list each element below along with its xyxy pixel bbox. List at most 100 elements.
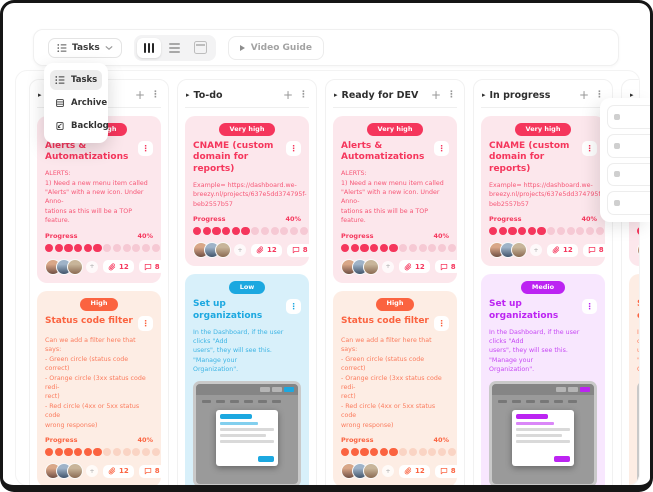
card-menu-button[interactable]: ⋮: [286, 141, 301, 156]
attachments-pill[interactable]: 12: [103, 260, 134, 273]
list-view-button[interactable]: [163, 38, 187, 58]
task-card[interactable]: Low Set up organizations ⋮ In the Dashbo…: [185, 274, 309, 486]
video-guide-button[interactable]: Video Guide: [228, 36, 324, 60]
card-menu-button[interactable]: ⋮: [434, 316, 449, 331]
comments-pill[interactable]: 8: [583, 244, 609, 257]
right-overlay-panel: [600, 98, 650, 222]
card-menu-button[interactable]: ⋮: [138, 141, 153, 156]
column-menu-button[interactable]: ⋮: [149, 90, 160, 100]
priority-badge: Low: [229, 281, 266, 294]
progress-dot: [360, 244, 368, 252]
chevron-down-icon: [105, 45, 113, 51]
attachment-screenshot[interactable]: [489, 381, 597, 486]
add-card-button[interactable]: +: [283, 89, 293, 101]
progress-dot: [123, 244, 131, 252]
divider: [185, 107, 309, 108]
column-menu-button[interactable]: ⋮: [593, 90, 604, 100]
card-description: Can we add a filter here that says: - Gr…: [45, 336, 153, 430]
column-menu-button[interactable]: ⋮: [445, 90, 456, 100]
progress-dot: [64, 244, 72, 252]
card-menu-button[interactable]: ⋮: [434, 141, 449, 156]
attachments-pill[interactable]: 12: [103, 465, 134, 478]
avatar-group: +: [45, 259, 98, 275]
attachments-count: 12: [415, 467, 425, 475]
menu-item-archive[interactable]: Archive: [50, 93, 102, 113]
overlay-item[interactable]: [607, 163, 650, 187]
column-title: In progress: [490, 90, 575, 101]
progress-row: Progress 40%: [341, 232, 449, 240]
add-card-button[interactable]: +: [579, 89, 589, 101]
comments-pill[interactable]: 8: [139, 465, 165, 478]
task-card[interactable]: High Status code filter ⋮ Can we add a f…: [37, 291, 161, 486]
task-card[interactable]: Very high Alerts & Automatizations ⋮ ALE…: [333, 116, 457, 283]
card-description: In the Dashboard, if the user clicks "Ad…: [637, 328, 640, 375]
progress-dots: [489, 227, 597, 235]
divider: [333, 107, 457, 108]
card-menu-button[interactable]: ⋮: [582, 299, 597, 314]
tasks-dropdown-menu: Tasks Archive Backlog: [44, 63, 108, 143]
task-card[interactable]: Very high CNAME (custom domain for repor…: [185, 116, 309, 266]
progress-dot: [428, 448, 436, 456]
progress-dot: [586, 227, 594, 235]
comments-pill[interactable]: 8: [435, 465, 461, 478]
attachments-pill[interactable]: 12: [399, 260, 430, 273]
collapse-arrow-icon[interactable]: ▸: [334, 91, 338, 99]
progress-dot: [142, 448, 150, 456]
comments-pill[interactable]: 8: [287, 244, 313, 257]
comments-pill[interactable]: 8: [435, 260, 461, 273]
task-card[interactable]: Very high CNAME (custom domain for repor…: [481, 116, 605, 266]
progress-dot: [84, 448, 92, 456]
progress-dot: [55, 244, 63, 252]
collapse-arrow-icon[interactable]: ▸: [38, 91, 42, 99]
overlay-item[interactable]: [607, 134, 650, 158]
tasks-dropdown-button[interactable]: Tasks: [48, 38, 122, 58]
attachments-pill[interactable]: 12: [251, 244, 282, 257]
task-card[interactable]: Medio Set up organizations ⋮ In the Dash…: [481, 274, 605, 486]
card-description: In the Dashboard, if the user clicks "Ad…: [489, 328, 597, 375]
menu-item-tasks[interactable]: Tasks: [50, 70, 102, 90]
overlay-item[interactable]: [607, 105, 650, 129]
menu-item-backlog[interactable]: Backlog: [50, 116, 102, 136]
progress-dot: [448, 448, 456, 456]
attachments-pill[interactable]: 12: [399, 465, 430, 478]
progress-value: 40%: [137, 436, 153, 444]
view-switcher: [134, 35, 216, 61]
collapse-arrow-icon[interactable]: ▸: [186, 91, 190, 99]
progress-dot: [142, 244, 150, 252]
progress-row: Progress 40%: [45, 436, 153, 444]
paperclip-icon: [108, 467, 116, 475]
paperclip-icon: [404, 263, 412, 271]
card-menu-button[interactable]: ⋮: [582, 141, 597, 156]
collapse-arrow-icon[interactable]: ▸: [482, 91, 486, 99]
progress-dots: [193, 227, 301, 235]
attachment-screenshot[interactable]: [193, 381, 301, 486]
card-menu-button[interactable]: ⋮: [286, 299, 301, 314]
task-card[interactable]: High Set up organizations ⋮ In the Dashb…: [629, 274, 640, 486]
add-card-button[interactable]: +: [135, 89, 145, 101]
calendar-view-button[interactable]: [189, 38, 213, 58]
board-view-button[interactable]: [137, 38, 161, 58]
avatar-more-badge: +: [382, 465, 394, 477]
progress-dot: [232, 227, 240, 235]
progress-dot: [103, 448, 111, 456]
progress-dot: [290, 227, 298, 235]
add-card-button[interactable]: +: [431, 89, 441, 101]
avatar: [67, 463, 83, 479]
progress-dot: [499, 227, 507, 235]
attachment-screenshot[interactable]: [637, 381, 640, 486]
progress-label: Progress: [489, 215, 521, 223]
progress-dot: [45, 448, 53, 456]
comments-count: 8: [451, 263, 456, 271]
progress-value: 40%: [581, 215, 597, 223]
attachments-pill[interactable]: 12: [547, 244, 578, 257]
attachments-count: 12: [119, 467, 129, 475]
card-menu-button[interactable]: ⋮: [138, 316, 153, 331]
progress-dot: [419, 448, 427, 456]
column-menu-button[interactable]: ⋮: [297, 90, 308, 100]
comments-pill[interactable]: 8: [139, 260, 165, 273]
progress-dot: [438, 244, 446, 252]
column-title: Ready for DEV: [342, 90, 427, 101]
task-card[interactable]: High Status code filter ⋮ Can we add a f…: [333, 291, 457, 486]
overlay-item[interactable]: [607, 191, 650, 215]
card-description: ALERTS: 1) Need a new menu item called "…: [45, 169, 153, 226]
